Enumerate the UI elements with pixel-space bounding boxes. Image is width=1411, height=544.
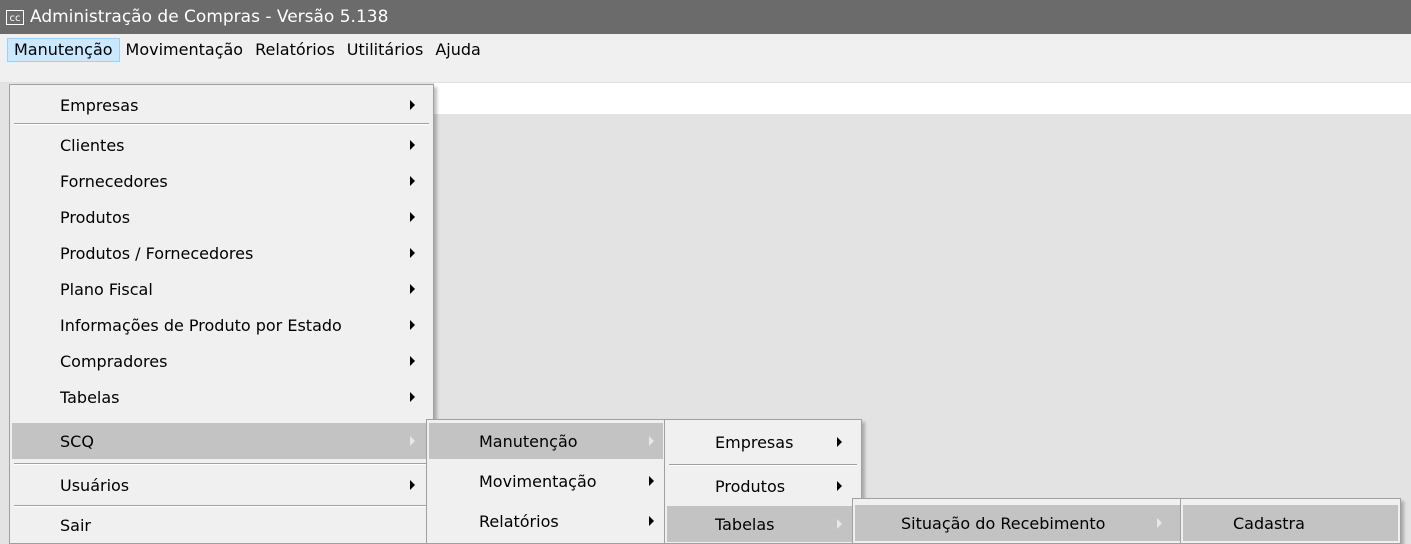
submenu-arrow-icon bbox=[837, 481, 842, 491]
menu-separator bbox=[14, 123, 429, 125]
menu-scq-manutencao: Empresas Produtos Tabelas bbox=[664, 419, 862, 544]
menu-item-label: Fornecedores bbox=[60, 171, 168, 191]
menu-item-label: SCQ bbox=[60, 431, 94, 451]
menu-item-sair[interactable]: Sair bbox=[12, 507, 431, 543]
menu-item-label: Cadastra bbox=[1233, 513, 1305, 533]
menu-item-label: Manutenção bbox=[479, 431, 578, 451]
menu-item-compradores[interactable]: Compradores bbox=[12, 343, 431, 379]
submenu-arrow-icon bbox=[649, 436, 654, 446]
menu-item-fornecedores[interactable]: Fornecedores bbox=[12, 163, 431, 199]
menu-bar: Manutenção Movimentação Relatórios Utili… bbox=[0, 34, 1411, 83]
menu-item-label: Compradores bbox=[60, 351, 168, 371]
submenu-arrow-icon bbox=[837, 519, 842, 529]
menu-item-label: Movimentação bbox=[479, 471, 597, 491]
window-title: Administração de Compras - Versão 5.138 bbox=[30, 7, 389, 27]
menubar-movimentacao[interactable]: Movimentação bbox=[120, 38, 250, 62]
menu-item-label: Relatórios bbox=[479, 511, 559, 531]
menu-item-empresas[interactable]: Empresas bbox=[12, 87, 431, 123]
menubar-ajuda[interactable]: Ajuda bbox=[429, 38, 487, 62]
submenu-arrow-icon bbox=[1157, 518, 1162, 528]
menu-item-informacoes-produto-estado[interactable]: Informações de Produto por Estado bbox=[12, 307, 431, 343]
submenu-arrow-icon bbox=[410, 392, 415, 402]
menu-item-plano-fiscal[interactable]: Plano Fiscal bbox=[12, 271, 431, 307]
menu-item-label: Plano Fiscal bbox=[60, 279, 153, 299]
submenu-arrow-icon bbox=[837, 437, 842, 447]
menu-item-tabelas-sub[interactable]: Tabelas bbox=[667, 506, 859, 542]
menu-item-label: Tabelas bbox=[60, 387, 120, 407]
menu-item-label: Empresas bbox=[715, 432, 794, 452]
menu-item-label: Informações de Produto por Estado bbox=[60, 315, 342, 335]
menu-item-situacao-recebimento[interactable]: Situação do Recebimento bbox=[855, 505, 1180, 541]
menu-separator bbox=[14, 463, 429, 465]
menu-item-scq[interactable]: SCQ bbox=[12, 423, 431, 459]
menu-item-label: Empresas bbox=[60, 95, 139, 115]
menu-item-label: Sair bbox=[60, 515, 91, 535]
menu-item-cadastra[interactable]: Cadastra bbox=[1183, 505, 1398, 541]
submenu-arrow-icon bbox=[410, 356, 415, 366]
menu-item-produtos-sub[interactable]: Produtos bbox=[667, 468, 859, 504]
submenu-arrow-icon bbox=[410, 176, 415, 186]
submenu-arrow-icon bbox=[410, 100, 415, 110]
toolbar-area bbox=[434, 83, 1411, 114]
menu-item-usuarios[interactable]: Usuários bbox=[12, 467, 431, 503]
menu-item-label: Tabelas bbox=[715, 514, 775, 534]
menu-item-tabelas[interactable]: Tabelas bbox=[12, 379, 431, 415]
menu-item-scq-manutencao[interactable]: Manutenção bbox=[429, 423, 663, 459]
submenu-arrow-icon bbox=[649, 476, 654, 486]
menu-item-label: Produtos bbox=[60, 207, 131, 227]
menu-situacao-recebimento: Cadastra bbox=[1180, 498, 1401, 544]
menu-separator bbox=[669, 464, 857, 466]
menu-item-produtos-fornecedores[interactable]: Produtos / Fornecedores bbox=[12, 235, 431, 271]
submenu-arrow-icon bbox=[410, 140, 415, 150]
menu-item-label: Produtos / Fornecedores bbox=[60, 243, 254, 263]
submenu-arrow-icon bbox=[410, 284, 415, 294]
menu-item-label: Situação do Recebimento bbox=[901, 513, 1106, 533]
submenu-arrow-icon bbox=[410, 248, 415, 258]
menubar-relatorios[interactable]: Relatórios bbox=[249, 38, 341, 62]
submenu-arrow-icon bbox=[410, 212, 415, 222]
menu-item-label: Clientes bbox=[60, 135, 125, 155]
menu-item-scq-relatorios[interactable]: Relatórios bbox=[429, 503, 663, 539]
menu-tabelas: Situação do Recebimento bbox=[852, 498, 1183, 544]
menu-item-clientes[interactable]: Clientes bbox=[12, 127, 431, 163]
submenu-arrow-icon bbox=[410, 480, 415, 490]
menu-scq: Manutenção Movimentação Relatórios bbox=[426, 419, 666, 544]
title-bar: cc Administração de Compras - Versão 5.1… bbox=[0, 0, 1411, 34]
submenu-arrow-icon bbox=[649, 516, 654, 526]
menu-item-empresas-sub[interactable]: Empresas bbox=[667, 424, 859, 460]
menu-item-label: Usuários bbox=[60, 475, 130, 495]
menubar-manutencao[interactable]: Manutenção bbox=[7, 38, 120, 62]
submenu-arrow-icon bbox=[410, 320, 415, 330]
submenu-arrow-icon bbox=[410, 436, 415, 446]
menu-manutencao: Empresas Clientes Fornecedores Produtos … bbox=[9, 84, 434, 544]
app-icon: cc bbox=[6, 9, 24, 25]
menu-item-label: Produtos bbox=[715, 476, 786, 496]
menubar-utilitarios[interactable]: Utilitários bbox=[341, 38, 430, 62]
menu-item-scq-movimentacao[interactable]: Movimentação bbox=[429, 463, 663, 499]
menu-item-produtos[interactable]: Produtos bbox=[12, 199, 431, 235]
